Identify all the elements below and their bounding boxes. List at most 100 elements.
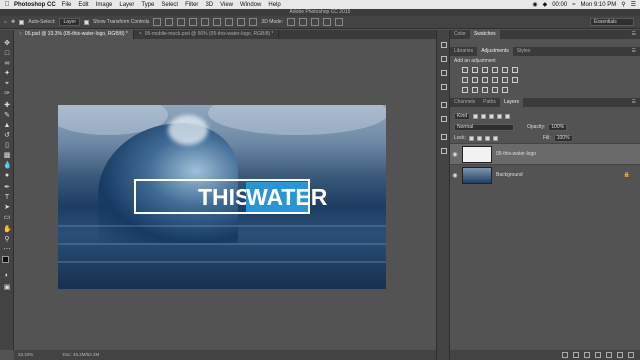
auto-select-checkbox[interactable]	[19, 19, 25, 25]
move-tool-preset-icon[interactable]: ✥	[11, 19, 15, 25]
link-layers-icon[interactable]	[562, 352, 568, 358]
filter-adjustment-icon[interactable]	[481, 113, 487, 119]
color-lookup-icon[interactable]	[512, 77, 518, 83]
tab-adjustments[interactable]: Adjustments	[477, 47, 513, 56]
more-tools-icon[interactable]: ⋯	[3, 246, 11, 254]
canvas-area[interactable]: THIS WATER	[14, 39, 436, 350]
lock-icon[interactable]: 🔒	[624, 172, 630, 178]
gradient-adjust-icon[interactable]	[512, 67, 518, 73]
menu-image[interactable]: Image	[96, 2, 113, 8]
notification-center-icon[interactable]: ☰	[631, 1, 636, 8]
quick-mask-icon[interactable]: ◐	[3, 272, 11, 280]
visibility-eye-icon[interactable]: ◉	[450, 151, 460, 158]
foreground-color-swatch[interactable]	[2, 256, 9, 263]
creative-cloud-icon[interactable]: ◉	[532, 1, 537, 8]
menu-help[interactable]: Help	[268, 2, 280, 8]
curves-icon[interactable]	[482, 67, 488, 73]
close-tab-icon[interactable]: ×	[19, 31, 22, 37]
tab-styles[interactable]: Styles	[513, 47, 535, 56]
channel-mixer-icon[interactable]	[502, 77, 508, 83]
fill-input[interactable]: 100%	[553, 134, 573, 142]
filter-pixel-icon[interactable]	[473, 113, 479, 119]
paragraph-icon[interactable]	[441, 84, 447, 90]
photo-filter-icon[interactable]	[492, 77, 498, 83]
distribute-icon[interactable]	[225, 18, 234, 26]
slide-3d-icon[interactable]	[323, 18, 332, 26]
gradient-map-icon[interactable]	[502, 87, 508, 93]
blur-tool-icon[interactable]: 💧	[3, 162, 12, 170]
search-icon[interactable]: ⚲	[621, 1, 625, 8]
pan-3d-icon[interactable]	[311, 18, 320, 26]
visibility-eye-icon[interactable]: ◉	[450, 172, 460, 179]
exposure-icon[interactable]	[492, 67, 498, 73]
history-brush-tool-icon[interactable]: ↺	[3, 132, 11, 140]
posterize-icon[interactable]	[472, 87, 478, 93]
align-top-icon[interactable]	[153, 18, 162, 26]
levels-icon[interactable]	[472, 67, 478, 73]
brushes-icon[interactable]	[441, 116, 447, 122]
menu-select[interactable]: Select	[161, 2, 178, 8]
zoom-level[interactable]: 33.33%	[18, 352, 33, 357]
app-menu[interactable]: Photoshop CC	[14, 2, 56, 8]
clock[interactable]: Mon 9:10 PM	[581, 2, 617, 8]
tab-channels[interactable]: Channels	[450, 98, 479, 107]
healing-brush-tool-icon[interactable]: ✚	[3, 102, 11, 110]
wifi-icon[interactable]: ≈	[572, 2, 575, 8]
align-bottom-icon[interactable]	[177, 18, 186, 26]
properties-icon[interactable]	[441, 56, 447, 62]
brush-tool-icon[interactable]: ✎	[3, 112, 11, 120]
new-adjustment-icon[interactable]	[595, 352, 601, 358]
delete-layer-icon[interactable]	[628, 352, 634, 358]
tab-color[interactable]: Color	[450, 30, 470, 39]
eraser-tool-icon[interactable]: ▯	[3, 142, 11, 150]
add-mask-icon[interactable]	[584, 352, 590, 358]
tab-paths[interactable]: Paths	[479, 98, 500, 107]
tab-05-mobile-mock[interactable]: × 05-mobile-mock.psd @ 50% (05-this-water…	[134, 30, 280, 39]
hue-saturation-icon[interactable]	[462, 77, 468, 83]
brightness-contrast-icon[interactable]	[462, 67, 468, 73]
layer-row-background[interactable]: ◉ Background 🔒	[450, 164, 640, 185]
menu-filter[interactable]: Filter	[185, 2, 198, 8]
tab-layers[interactable]: Layers	[499, 98, 523, 107]
align-middle-icon[interactable]	[165, 18, 174, 26]
quick-select-tool-icon[interactable]: ✦	[3, 70, 11, 78]
align-right-icon[interactable]	[213, 18, 222, 26]
dropbox-icon[interactable]: ◆	[543, 1, 548, 8]
rectangle-tool-icon[interactable]: ▭	[3, 214, 11, 222]
lock-position-icon[interactable]	[484, 135, 490, 141]
layer-style-icon[interactable]	[573, 352, 579, 358]
hand-tool-icon[interactable]: ✋	[3, 226, 12, 234]
clone-stamp-tool-icon[interactable]: ▲	[3, 122, 11, 130]
filter-type-icon[interactable]	[489, 113, 495, 119]
menu-file[interactable]: File	[62, 2, 72, 8]
distribute-icon-2[interactable]	[237, 18, 246, 26]
menu-layer[interactable]: Layer	[119, 2, 134, 8]
lock-all-icon[interactable]	[492, 135, 498, 141]
menu-window[interactable]: Window	[240, 2, 261, 8]
layer-row-logo[interactable]: ◉ 05-this-water-logo	[450, 143, 640, 164]
screen-mode-icon[interactable]: ▣	[3, 284, 11, 292]
invert-icon[interactable]	[462, 87, 468, 93]
layer-name[interactable]: 05-this-water-logo	[496, 151, 536, 157]
eyedropper-tool-icon[interactable]: ✑	[3, 90, 11, 98]
align-center-icon[interactable]	[201, 18, 210, 26]
scale-3d-icon[interactable]	[335, 18, 344, 26]
menu-view[interactable]: View	[220, 2, 233, 8]
document-canvas[interactable]: THIS WATER	[58, 105, 386, 289]
filter-kind-dropdown[interactable]: Kind	[454, 112, 471, 120]
roll-3d-icon[interactable]	[299, 18, 308, 26]
brush-presets-icon[interactable]	[441, 102, 447, 108]
filter-shape-icon[interactable]	[497, 113, 503, 119]
new-group-icon[interactable]	[606, 352, 612, 358]
selective-color-icon[interactable]	[492, 87, 498, 93]
threshold-icon[interactable]	[482, 87, 488, 93]
show-transform-checkbox[interactable]	[84, 19, 89, 25]
marquee-tool-icon[interactable]: □	[3, 50, 11, 58]
history-icon[interactable]	[441, 42, 447, 48]
blend-mode-dropdown[interactable]: Normal	[454, 123, 514, 131]
lasso-tool-icon[interactable]: ∞	[3, 60, 11, 68]
workspace-dropdown[interactable]: Essentials	[590, 18, 634, 26]
auto-select-dropdown[interactable]: Layer	[59, 18, 80, 26]
filter-smart-object-icon[interactable]	[505, 113, 511, 119]
home-icon[interactable]: ⌂	[4, 19, 7, 25]
